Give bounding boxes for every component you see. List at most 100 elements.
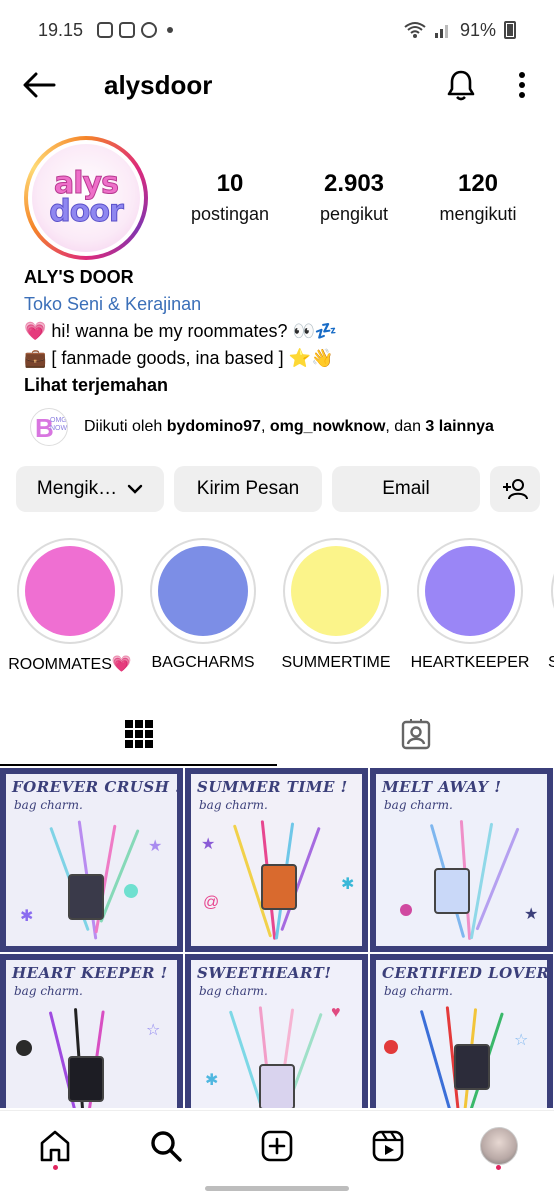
post-subtitle: bag charm. (384, 798, 453, 812)
followed-user-2[interactable]: omg_nowknow (270, 418, 386, 435)
tab-posts-grid[interactable] (0, 702, 277, 766)
home-indicator (205, 1186, 349, 1191)
post-thumbnail[interactable]: SWEETHEART! bag charm. ♥ ✱ (185, 954, 368, 1108)
create-icon (261, 1130, 293, 1161)
stat-posts-value: 10 (216, 170, 244, 197)
home-icon (41, 1130, 70, 1161)
profile-action-buttons: Mengik… Kirim Pesan Email (16, 466, 540, 512)
following-button-label: Mengik… (36, 478, 118, 499)
stat-posts[interactable]: 10 postingan (168, 170, 292, 225)
profile-header: alysdoor (0, 62, 554, 108)
profile-stats: 10 postingan 2.903 pengikut 120 mengikut… (168, 170, 540, 225)
followed-more[interactable]: 3 lainnya (425, 418, 493, 435)
highlight-item[interactable]: BAGCHARMS (133, 538, 273, 672)
stat-following-label: mengikuti (439, 204, 517, 224)
email-button-label: Email (382, 478, 430, 499)
nav-home[interactable] (27, 1118, 83, 1174)
profile-category[interactable]: Toko Seni & Kerajinan (24, 291, 534, 318)
highlight-label: HEARTKEEPER (410, 654, 530, 671)
followed-user-1[interactable]: bydomino97 (167, 418, 261, 435)
highlight-item[interactable]: S (534, 538, 554, 672)
post-title: SWEETHEART! (197, 964, 332, 982)
post-subtitle: bag charm. (14, 984, 83, 998)
email-button[interactable]: Email (332, 466, 480, 512)
suggest-people-button[interactable] (490, 466, 540, 512)
highlight-label: BAGCHARMS (151, 654, 255, 671)
bio-line-2: 💼 [ fanmade goods, ina based ] ⭐👋 (24, 348, 334, 368)
see-translation-link[interactable]: Lihat terjemahan (24, 372, 534, 399)
post-title: SUMMER TIME ! (197, 778, 348, 796)
profile-nav-avatar (479, 1126, 518, 1165)
highlight-cover (291, 546, 381, 636)
highlight-item[interactable]: HEARTKEEPER (400, 538, 540, 672)
post-thumbnail[interactable]: CERTIFIED LOVER ! bag charm. ☆ (370, 954, 553, 1108)
highlight-item[interactable]: SUMMERTIME (266, 538, 406, 672)
nav-profile[interactable] (471, 1118, 527, 1174)
signal-icon (434, 25, 448, 38)
followed-middle: , dan (385, 418, 426, 435)
followed-prefix: Diikuti oleh (84, 418, 167, 435)
nav-search[interactable] (138, 1118, 194, 1174)
tab-tagged[interactable] (277, 702, 554, 766)
highlight-label: ROOMMATES💗 (8, 656, 132, 673)
line-notification-icon (141, 22, 158, 38)
message-button-label: Kirim Pesan (196, 478, 300, 499)
profile-name: ALY'S DOOR (24, 267, 134, 287)
profile-avatar[interactable]: alys door (24, 136, 148, 260)
post-title: FOREVER CRUSH ! (12, 778, 183, 796)
stat-following[interactable]: 120 mengikuti (416, 170, 540, 225)
status-time: 19.15 (38, 19, 84, 40)
status-left: 19.15 (38, 19, 174, 41)
instagram-notification-icon (97, 22, 114, 38)
post-title: CERTIFIED LOVER ! (382, 964, 553, 982)
status-bar: 19.15 91% (0, 0, 554, 60)
nav-reels[interactable] (360, 1118, 416, 1174)
profile-username: alysdoor (104, 69, 213, 100)
stat-followers-label: pengikut (319, 204, 389, 224)
nav-create[interactable] (249, 1118, 305, 1174)
battery-text: 91% (459, 19, 496, 40)
reels-icon (372, 1130, 404, 1161)
post-subtitle: bag charm. (199, 798, 268, 812)
stat-followers-value: 2.903 (323, 170, 385, 197)
post-subtitle: bag charm. (14, 798, 83, 812)
highlight-cover (425, 546, 515, 636)
stat-following-value: 120 (457, 170, 499, 197)
highlight-label: SUMMERTIME (281, 654, 391, 671)
add-person-icon (503, 479, 528, 500)
bio-line-1: 💗 hi! wanna be my roommates? 👀💤 (24, 321, 338, 341)
story-highlights: ROOMMATES💗 BAGCHARMS SUMMERTIME HEARTKEE… (0, 538, 554, 678)
stat-followers[interactable]: 2.903 pengikut (292, 170, 416, 225)
back-arrow-icon[interactable] (22, 72, 56, 98)
message-button[interactable]: Kirim Pesan (174, 466, 322, 512)
chevron-down-icon (127, 484, 143, 494)
highlight-label: S (548, 654, 554, 671)
battery-icon (504, 21, 516, 39)
more-notifications-icon (167, 27, 174, 33)
status-right: 91% (404, 20, 516, 41)
post-thumbnail[interactable]: SUMMER TIME ! bag charm. ★ ✱ @ (185, 768, 368, 952)
mutual-follower-avatar: B OMG NOW (30, 408, 68, 446)
post-subtitle: bag charm. (199, 984, 268, 998)
followed-by[interactable]: B OMG NOW Diikuti oleh bydomino97, omg_no… (30, 408, 494, 446)
grid-icon (124, 720, 153, 748)
post-thumbnail[interactable]: MELT AWAY ! bag charm. ★ (370, 768, 553, 952)
search-icon (151, 1130, 182, 1162)
followed-separator: , (260, 418, 270, 435)
highlight-cover (158, 546, 248, 636)
bell-icon[interactable] (446, 69, 476, 101)
post-thumbnail[interactable]: HEART KEEPER ! bag charm. ☆ ● (0, 954, 183, 1108)
post-title: HEART KEEPER ! (12, 964, 168, 982)
avatar-logo: alys door (32, 144, 140, 252)
posts-grid: FOREVER CRUSH ! bag charm. ✱ ★ SUMMER TI… (0, 768, 554, 1108)
profile-bio: ALY'S DOOR Toko Seni & Kerajinan 💗 hi! w… (24, 264, 534, 399)
highlight-cover (25, 546, 115, 636)
bottom-navigation (0, 1110, 554, 1180)
more-vertical-icon[interactable] (518, 71, 526, 99)
highlight-item[interactable]: ROOMMATES💗 (0, 538, 140, 674)
following-button[interactable]: Mengik… (16, 466, 164, 512)
post-thumbnail[interactable]: FOREVER CRUSH ! bag charm. ✱ ★ (0, 768, 183, 952)
wifi-icon (404, 22, 426, 38)
post-subtitle: bag charm. (384, 984, 453, 998)
avatar-logo-line2: door (49, 194, 124, 229)
